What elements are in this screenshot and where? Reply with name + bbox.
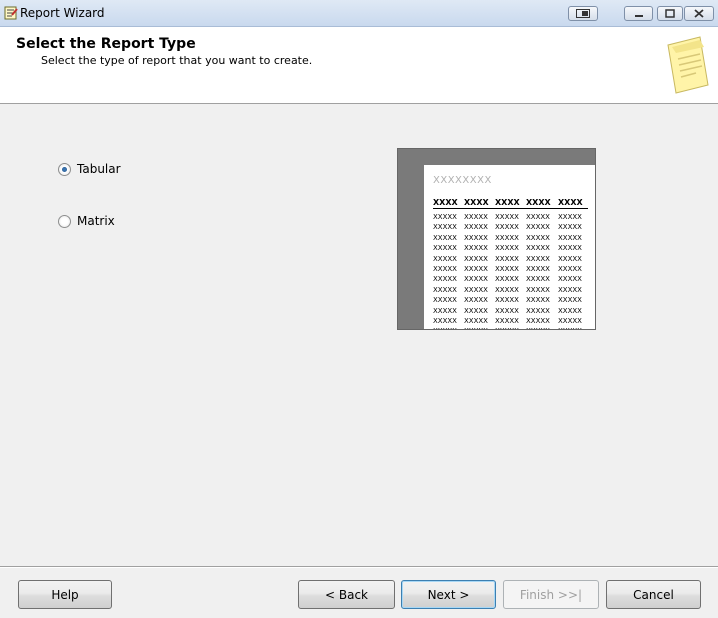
- preview-cell: XXXXX: [526, 296, 550, 305]
- preview-title: XXXXXXXX: [433, 175, 492, 186]
- preview-cell: XXXXX: [495, 327, 519, 329]
- preview-cell: XXXXX: [526, 213, 550, 221]
- preview-cell: XXXXX: [433, 213, 457, 221]
- preview-cell: XXXXX: [433, 285, 457, 294]
- preview-cell: XXXXX: [526, 244, 550, 253]
- back-button[interactable]: < Back: [298, 580, 395, 609]
- finish-button[interactable]: Finish >>|: [503, 580, 599, 609]
- report-wizard-icon: [4, 6, 18, 20]
- matrix-label[interactable]: Matrix: [77, 214, 115, 228]
- preview-cell: XXXXX: [464, 254, 488, 263]
- page-subtitle: Select the type of report that you want …: [41, 54, 313, 67]
- preview-cell: XXXXX: [526, 223, 550, 232]
- preview-cell: XXXXX: [526, 254, 550, 263]
- preview-cell: XXXXX: [526, 285, 550, 294]
- preview-cell: XXXXX: [558, 296, 582, 305]
- preview-cell: XXXXX: [526, 306, 550, 315]
- preview-header-cell: XXXX: [464, 198, 489, 207]
- report-page-icon: [667, 36, 709, 94]
- preview-cell: XXXXX: [558, 254, 582, 263]
- preview-cell: XXXXX: [495, 254, 519, 263]
- page-title: Select the Report Type: [16, 36, 196, 52]
- preview-cell: XXXXX: [526, 233, 550, 242]
- preview-cell: XXXXX: [464, 244, 488, 253]
- preview-cell: XXXXX: [433, 244, 457, 253]
- preview-cell: XXXXX: [495, 296, 519, 305]
- preview-header-cell: XXXX: [558, 198, 583, 207]
- preview-cell: XXXXX: [464, 223, 488, 232]
- preview-cell: XXXXX: [433, 327, 457, 329]
- title-bar[interactable]: Report Wizard: [0, 0, 718, 27]
- preview-cell: XXXXX: [464, 306, 488, 315]
- report-preview: XXXXXXXX XXXX XXXX XXXX XXXX XXXX XXXXX XXXXX…: [397, 148, 596, 330]
- preview-cell: XXXXX: [558, 327, 582, 329]
- preview-page: XXXXXXXX XXXX XXXX XXXX XXXX XXXX XXXXX XXXXX…: [424, 165, 595, 329]
- minimize-button[interactable]: [624, 6, 653, 21]
- preview-cell: XXXXX: [558, 213, 582, 221]
- preview-cell: XXXXX: [558, 306, 582, 315]
- footer-divider-highlight: [0, 567, 718, 568]
- preview-cell: XXXXX: [558, 285, 582, 294]
- preview-cell: XXXXX: [464, 233, 488, 242]
- minimize-icon: [634, 14, 643, 17]
- tabular-label[interactable]: Tabular: [77, 162, 121, 176]
- preview-cell: XXXXX: [464, 296, 488, 305]
- preview-cell: XXXXX: [433, 265, 457, 273]
- preview-cell: XXXXX: [433, 306, 457, 315]
- preview-cell: XXXXX: [495, 306, 519, 315]
- preview-cell: XXXXX: [464, 275, 488, 284]
- close-icon: [694, 9, 704, 18]
- preview-header-cell: XXXX: [495, 198, 520, 207]
- preview-cell: XXXXX: [495, 317, 519, 325]
- preview-cell: XXXXX: [558, 317, 582, 325]
- preview-cell: XXXXX: [433, 254, 457, 263]
- preview-cell: XXXXX: [495, 233, 519, 242]
- preview-cell: XXXXX: [433, 233, 457, 242]
- preview-cell: XXXXX: [464, 213, 488, 221]
- preview-cell: XXXXX: [495, 244, 519, 253]
- preview-cell: XXXXX: [558, 275, 582, 284]
- preview-cell: XXXXX: [558, 223, 582, 232]
- window-title: Report Wizard: [20, 6, 105, 20]
- preview-header-cell: XXXX: [433, 198, 458, 207]
- tabular-radio[interactable]: [58, 163, 71, 176]
- preview-cell: XXXXX: [464, 327, 488, 329]
- cancel-button[interactable]: Cancel: [606, 580, 701, 609]
- window-layout-icon: [576, 9, 590, 18]
- preview-cell: XXXXX: [433, 275, 457, 284]
- matrix-radio[interactable]: [58, 215, 71, 228]
- preview-cell: XXXXX: [433, 296, 457, 305]
- preview-cell: XXXXX: [495, 265, 519, 273]
- preview-header-cell: XXXX: [526, 198, 551, 207]
- preview-cell: XXXXX: [558, 244, 582, 253]
- next-button[interactable]: Next >: [401, 580, 496, 609]
- help-window-button[interactable]: [568, 6, 598, 21]
- preview-cell: XXXXX: [433, 317, 457, 325]
- preview-cell: XXXXX: [464, 265, 488, 273]
- preview-cell: XXXXX: [558, 233, 582, 242]
- preview-cell: XXXXX: [495, 223, 519, 232]
- preview-cell: XXXXX: [526, 327, 550, 329]
- close-button[interactable]: [684, 6, 714, 21]
- preview-cell: XXXXX: [526, 275, 550, 284]
- preview-cell: XXXXX: [526, 265, 550, 273]
- preview-cell: XXXXX: [464, 285, 488, 294]
- maximize-icon: [665, 9, 675, 18]
- preview-cell: XXXXX: [558, 265, 582, 273]
- maximize-button[interactable]: [657, 6, 683, 21]
- help-button[interactable]: Help: [18, 580, 112, 609]
- report-wizard-window: Report Wizard Select the Report Type Sel: [0, 0, 718, 618]
- preview-cell: XXXXX: [433, 223, 457, 232]
- preview-cell: XXXXX: [495, 213, 519, 221]
- preview-header-row: XXXX XXXX XXXX XXXX XXXX: [433, 198, 588, 209]
- preview-cell: XXXXX: [464, 317, 488, 325]
- preview-cell: XXXXX: [495, 285, 519, 294]
- preview-cell: XXXXX: [495, 275, 519, 284]
- preview-cell: XXXXX: [526, 317, 550, 325]
- wizard-header: Select the Report Type Select the type o…: [0, 27, 718, 104]
